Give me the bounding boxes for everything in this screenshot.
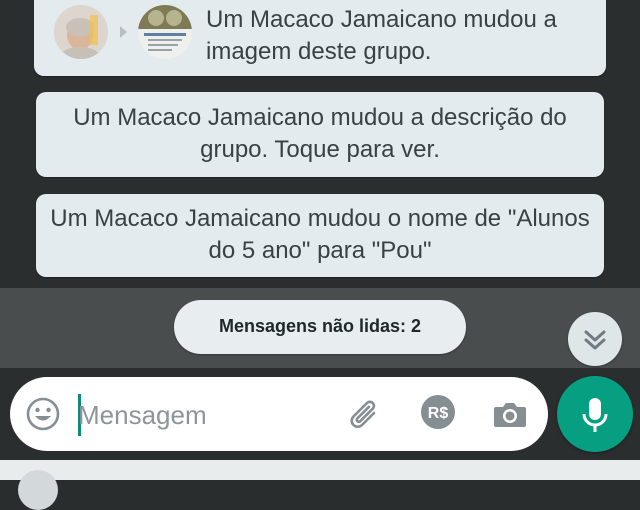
- svg-text:R$: R$: [428, 405, 449, 422]
- arrow-right-icon: [120, 26, 127, 38]
- unread-messages-banner: Mensagens não lidas: 2: [174, 300, 466, 354]
- system-message-text: Um Macaco Jamaicano mudou o nome de "Alu…: [50, 205, 590, 264]
- double-chevron-down-icon: [584, 330, 606, 350]
- old-group-image[interactable]: [54, 5, 108, 59]
- emoji-icon: [26, 397, 60, 431]
- system-message-text: Um Macaco Jamaicano mudou a descrição do…: [73, 104, 567, 163]
- rs-currency-icon: R$: [421, 395, 455, 429]
- system-message-text: Um Macaco Jamaicano mudou a imagem deste…: [206, 6, 557, 65]
- system-message-image-changed[interactable]: Um Macaco Jamaicano mudou a imagem deste…: [34, 0, 606, 76]
- attach-button[interactable]: [345, 394, 385, 434]
- new-group-image[interactable]: [138, 5, 192, 59]
- bottom-avatar: [18, 470, 58, 510]
- unread-messages-label: Mensagens não lidas: 2: [218, 316, 422, 336]
- paperclip-icon: [350, 400, 376, 428]
- camera-icon: [494, 403, 526, 427]
- system-message-name-changed[interactable]: Um Macaco Jamaicano mudou o nome de "Alu…: [36, 194, 604, 277]
- camera-button[interactable]: [490, 394, 530, 434]
- emoji-button[interactable]: [24, 395, 62, 433]
- payment-button[interactable]: R$: [420, 394, 456, 430]
- bottom-panel: [0, 460, 640, 480]
- system-message-description-changed[interactable]: Um Macaco Jamaicano mudou a descrição do…: [36, 92, 604, 177]
- message-input[interactable]: [78, 395, 328, 435]
- voice-record-button[interactable]: [557, 376, 633, 452]
- scroll-to-bottom-button[interactable]: [568, 312, 622, 366]
- microphone-icon: [582, 398, 608, 432]
- message-composer: [10, 377, 548, 451]
